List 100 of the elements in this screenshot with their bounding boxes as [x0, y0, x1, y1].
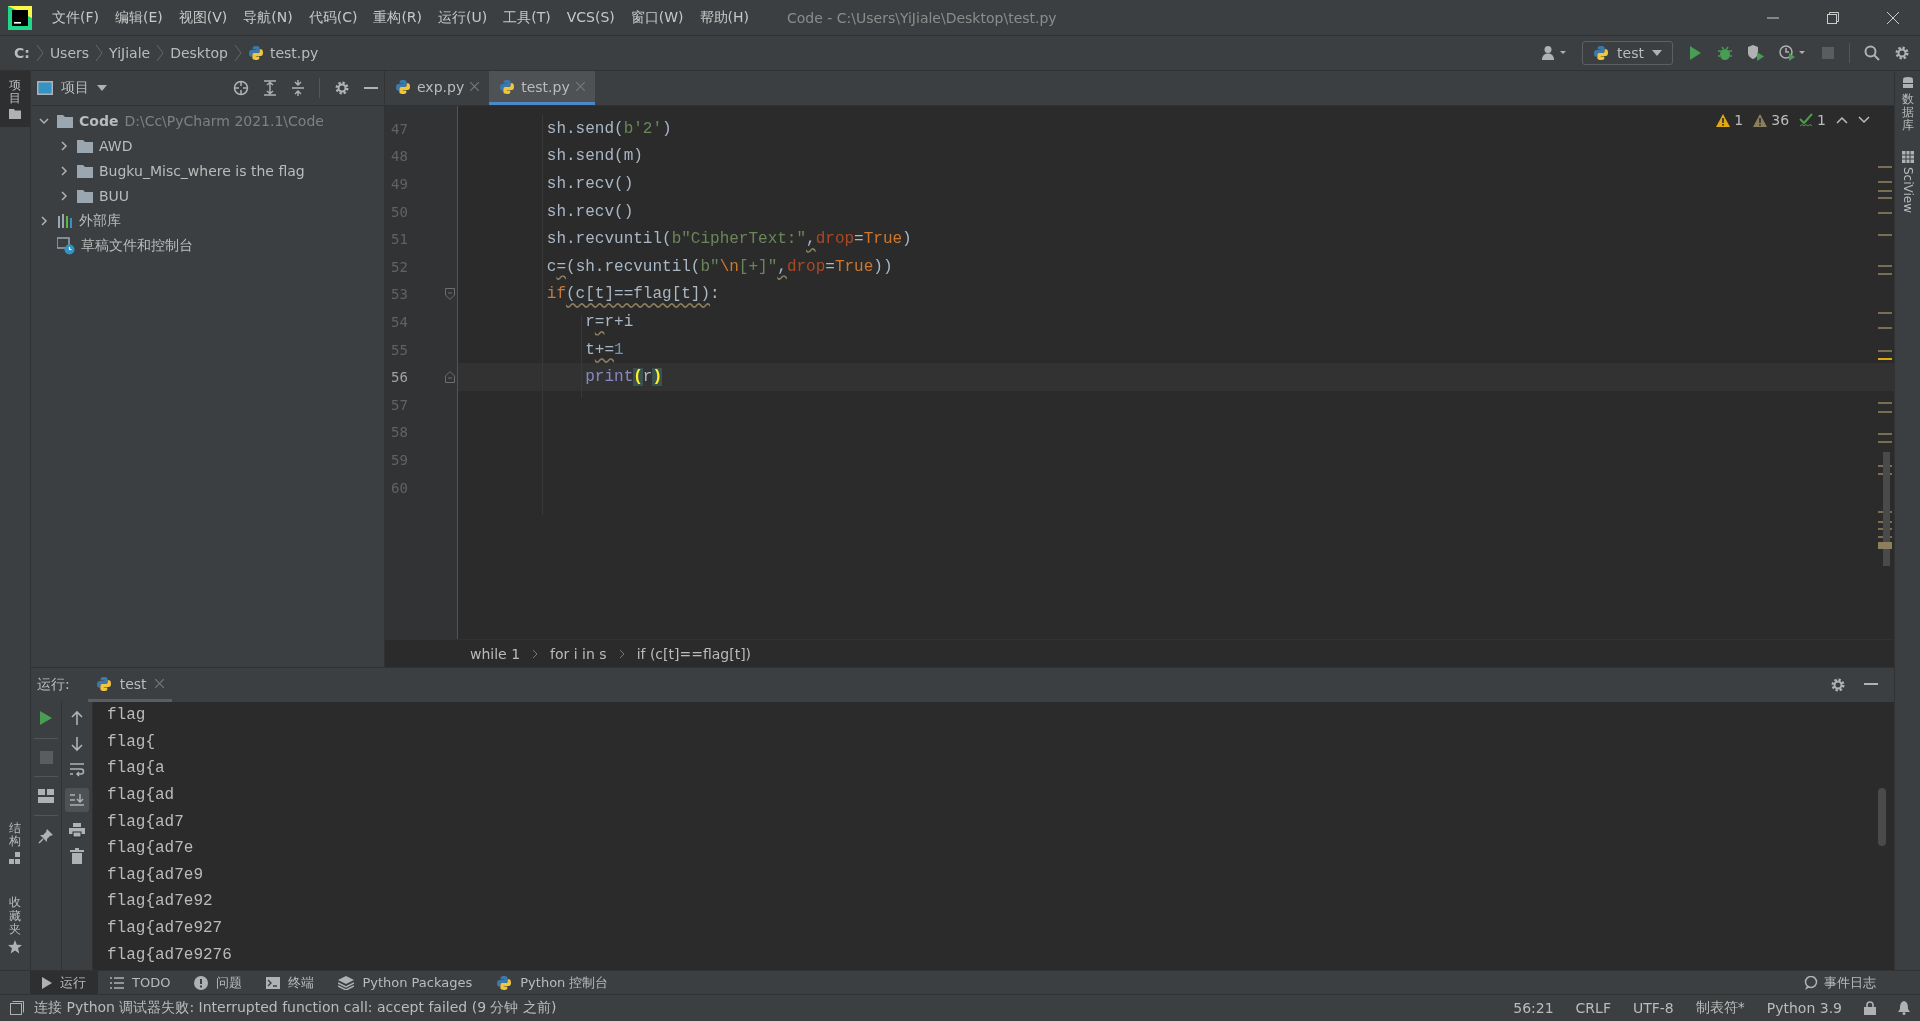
scratch-clock-icon	[57, 236, 75, 255]
clock-run-icon[interactable]	[1779, 45, 1807, 61]
panel-toggle-icon[interactable]	[10, 1001, 24, 1015]
tool-window-tab[interactable]: 数据库	[1901, 77, 1914, 133]
tree-item[interactable]: 外部库	[31, 208, 384, 233]
bell-icon[interactable]	[1898, 1001, 1910, 1015]
event-log-button[interactable]: 事件日志	[1804, 973, 1920, 992]
scrollbar-thumb[interactable]	[1878, 788, 1886, 846]
lock-icon[interactable]	[1864, 1001, 1876, 1015]
editor-tab[interactable]: exp.py	[385, 71, 490, 105]
shield-run-icon[interactable]	[1747, 45, 1765, 61]
menu-item[interactable]: 工具(T)	[495, 8, 559, 27]
separator-chevron-icon	[233, 43, 242, 63]
menu-item[interactable]: 代码(C)	[300, 8, 366, 27]
menu-item[interactable]: 编辑(E)	[107, 8, 171, 27]
play-icon	[42, 976, 52, 989]
menu-item[interactable]: VCS(S)	[558, 8, 623, 27]
status-item[interactable]: 56:21	[1513, 1000, 1554, 1016]
tool-window-tab[interactable]: 终端	[254, 971, 327, 994]
tree-item[interactable]: Code D:\Cc\PyCharm 2021.1\Code	[31, 108, 384, 133]
status-item[interactable]: UTF-8	[1632, 1000, 1674, 1016]
menu-item[interactable]: 导航(N)	[235, 8, 301, 27]
close-icon[interactable]	[1886, 10, 1900, 25]
code-breadcrumb[interactable]: while 1	[470, 645, 521, 662]
console-output-line: flag	[107, 705, 147, 727]
menu-item[interactable]: 窗口(W)	[622, 8, 692, 27]
layout-icon[interactable]	[38, 789, 54, 803]
path-crumb[interactable]: C:	[14, 45, 30, 61]
warning-icon	[1716, 113, 1731, 127]
menu-item[interactable]: 文件(F)	[44, 8, 107, 27]
run-configuration-dropdown[interactable]: test	[1582, 41, 1673, 65]
inspection-count[interactable]: 36	[1753, 112, 1790, 128]
path-crumb[interactable]: Users	[49, 45, 90, 61]
bug-icon[interactable]	[1717, 45, 1733, 61]
status-item[interactable]: Python 3.9	[1766, 1000, 1842, 1016]
fold-marker-icon[interactable]	[445, 371, 455, 384]
tool-window-tab[interactable]: 运行	[30, 971, 98, 994]
menu-item[interactable]: 重构(R)	[365, 8, 431, 27]
tool-window-tab[interactable]: SciView	[1900, 150, 1915, 213]
separator-chevron-icon	[35, 43, 44, 63]
folder-icon	[77, 138, 93, 153]
tree-item[interactable]: 草稿文件和控制台	[31, 233, 384, 258]
tool-window-tab[interactable]: Python 控制台	[484, 971, 621, 994]
code-breadcrumb[interactable]: if (c[t]==flag[t])	[636, 645, 752, 662]
scroll-to-end-toggle[interactable]	[65, 788, 89, 812]
tree-label: 草稿文件和控制台	[81, 236, 193, 255]
user-icon[interactable]	[1542, 45, 1569, 61]
trash-icon[interactable]	[70, 848, 84, 864]
menu-item[interactable]: 运行(U)	[430, 8, 496, 27]
soft-wrap-icon[interactable]	[69, 762, 85, 778]
settings-icon[interactable]	[1830, 677, 1846, 693]
settings-icon[interactable]	[1894, 45, 1910, 61]
menu-item[interactable]: 帮助(H)	[691, 8, 757, 27]
code-breadcrumb[interactable]: for i in s	[550, 645, 607, 662]
run-icon[interactable]	[39, 710, 53, 726]
check-icon	[1799, 113, 1814, 127]
menu-item[interactable]: 视图(V)	[170, 8, 236, 27]
locate-target-icon[interactable]	[233, 80, 249, 96]
pin-icon[interactable]	[38, 828, 54, 844]
inspection-count[interactable]: 1	[1716, 112, 1744, 128]
tool-window-tab[interactable]: 问题	[182, 971, 255, 994]
restore-icon[interactable]	[1826, 10, 1840, 25]
code-line: if(c[t]==flag[t]):	[545, 285, 720, 304]
search-icon[interactable]	[1864, 45, 1880, 61]
editor-tab[interactable]: test.py	[489, 71, 595, 105]
collapse-all-icon[interactable]	[291, 80, 305, 96]
code-line: sh.recvuntil(b"CipherText:",drop=True)	[545, 230, 912, 249]
path-crumb[interactable]: YiJiale	[109, 45, 151, 61]
run-tab[interactable]: test	[87, 668, 172, 702]
folder-icon	[77, 188, 93, 203]
tree-label: Code	[79, 112, 119, 129]
separator-chevron-icon	[95, 43, 104, 63]
path-crumb[interactable]: Desktop	[170, 45, 228, 61]
print-icon[interactable]	[69, 822, 85, 838]
code-line: print(r)	[584, 368, 663, 387]
tree-item[interactable]: BUU	[31, 183, 384, 208]
python-file-icon	[395, 78, 411, 95]
fold-marker-icon[interactable]	[445, 288, 455, 301]
tree-item[interactable]: Bugku_Misc_where is the flag	[31, 158, 384, 183]
status-item[interactable]: 制表符*	[1695, 999, 1745, 1017]
down-arrow-icon[interactable]	[70, 736, 84, 752]
inspection-count[interactable]: 1	[1799, 112, 1826, 128]
python-icon	[95, 675, 112, 692]
tool-window-tab[interactable]: 收藏夹	[0, 888, 30, 962]
path-crumb[interactable]: test.py	[269, 45, 319, 61]
console-output-line: flag{ad7	[107, 811, 185, 833]
status-item[interactable]: CRLF	[1575, 1000, 1611, 1016]
settings-icon[interactable]	[334, 80, 350, 96]
speech-bubble-icon	[1804, 975, 1818, 990]
project-view-dropdown[interactable]: 项目	[37, 79, 107, 97]
tool-window-tab[interactable]: 结构	[0, 814, 30, 873]
status-message[interactable]: 连接 Python 调试器失败: Interrupted function call: accept failed (9 分钟 之前)	[34, 999, 557, 1017]
run-icon[interactable]	[1687, 45, 1703, 61]
tree-item[interactable]: AWD	[31, 133, 384, 158]
up-arrow-icon[interactable]	[70, 710, 84, 726]
caret-icon	[1652, 50, 1662, 56]
tool-window-tab[interactable]: TODO	[98, 971, 183, 994]
tool-window-tab[interactable]: Python Packages	[326, 971, 485, 994]
tool-window-tab[interactable]: 项目	[0, 71, 30, 128]
expand-all-icon[interactable]	[263, 80, 277, 96]
